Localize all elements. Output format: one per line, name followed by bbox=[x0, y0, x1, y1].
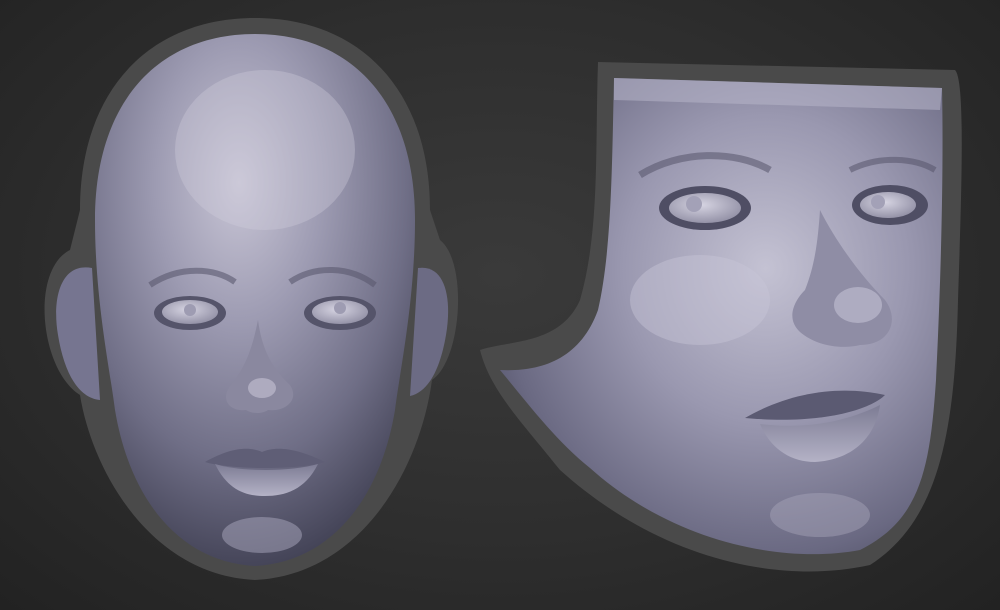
right-eye bbox=[304, 296, 376, 330]
chin-highlight bbox=[222, 517, 302, 553]
side-left-eye bbox=[659, 186, 751, 230]
side-nose-highlight bbox=[834, 287, 882, 323]
front-head bbox=[44, 18, 459, 580]
side-chin-highlight bbox=[770, 493, 870, 537]
nose-tip-highlight bbox=[248, 378, 276, 398]
left-eye bbox=[154, 296, 226, 330]
side-right-eye bbox=[852, 185, 928, 225]
forehead-highlight bbox=[175, 70, 355, 230]
side-face bbox=[480, 62, 962, 572]
cheek-highlight bbox=[630, 255, 770, 345]
sculpt-render bbox=[44, 18, 962, 580]
render-canvas bbox=[0, 0, 1000, 610]
